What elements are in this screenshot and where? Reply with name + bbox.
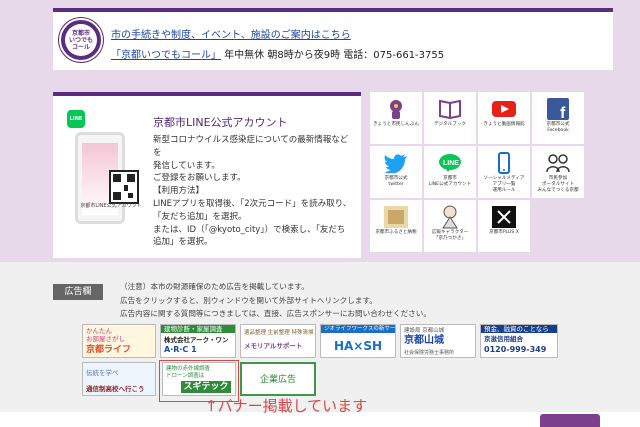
banner-text: 0120-999-349 [484,345,547,354]
banner-text: 伝統を学べ [86,369,119,377]
line-body-line: ご登録をお願いします。 [153,173,246,184]
smartphone-icon [492,152,516,174]
tile-label: きょうと市民しんぶん [373,122,419,127]
line-icon: LINE [438,152,462,174]
facebook-icon: f [546,98,570,120]
line-description: 新型コロナウイルス感染症についての最新情報などを 発信しています。 ご登録をお願… [153,134,353,249]
tile-label: 京都市公式 Facebook [546,122,570,133]
tile-label: 京都市 LINE公式アカウント [428,176,472,187]
banner-text: 建設局 京都山城 [404,328,445,334]
call-center-info-link[interactable]: 市の手続きや制度、イベント、施設のご案内はこちら [111,26,351,41]
logo-text-3: コール [71,43,90,51]
line-icon: LINE [67,110,85,128]
line-body-line: LINEアプリを取得後、「2次元コード」を読み取り、 [153,198,352,209]
furusato-icon [384,206,408,228]
banner-text: 通信制高校へ行こう [86,385,145,393]
line-body-line: 新型コロナウイルス感染症についての最新情報などを [153,135,349,158]
youtube-icon [492,98,516,120]
tile-twitter[interactable]: 京都市公式 twitter [370,146,422,198]
people-icon [546,152,570,174]
tile-youtube[interactable]: きょうと動画情報館 [478,92,530,144]
itsudemo-call-logo[interactable]: 京都市 いつでも コール [59,18,103,62]
qr-code-image [109,170,139,204]
banner-text: ジオライフワークスの新サービス [321,325,395,333]
ad-note-line: 広告内容に関する質問等につきましては、直接、広告スポンサーにお問い合わせください… [120,309,431,318]
twitter-icon [384,152,408,174]
banner-text: A·R·C 1 [164,345,197,354]
call-center-hours-text: 年中無休 朝8時から夜9時 [221,50,341,61]
line-body-line: 追加」を選択。 [153,237,213,248]
plusx-icon [492,206,516,228]
tile-label: きょうと動画情報館 [483,122,525,127]
ad-banner-corporate[interactable]: 企業広告 [240,362,316,396]
tile-label: 京都市PLUS X [489,230,519,235]
character-icon [438,205,462,229]
ad-note-line: （注意）本市の財源確保のため広告を掲載しています。 [120,282,309,291]
mascot-icon [384,98,408,120]
banner-text: 京都ライフ [86,345,132,355]
banner-text: メモリアルサポート [244,342,303,350]
logo-text-1: 京都市 [71,29,90,37]
line-body-line: 「友だち追加」を選択。 [153,211,247,222]
tile-label: 京都市ふるさと納税 [375,230,417,235]
line-body-line: 発信しています。 [153,160,220,171]
banner-text: 預金、融資のことなら [481,325,557,333]
banner-text: かんたん [86,327,112,335]
tile-furusato[interactable]: 京都市ふるさと納税 [370,200,422,252]
ad-banner-memorial-support[interactable]: 遺品整理 生前整理 特殊清掃 メモリアルサポート [240,324,316,358]
banner-text: 遺品整理 生前整理 特殊清掃 [244,330,314,336]
banner-text: 企業広告 [259,375,296,385]
call-center-box: 京都市 いつでも コール 市の手続きや制度、イベント、施設のご案内はこちら 「京… [53,8,613,70]
tile-label: デジタルブック [433,122,467,127]
ad-banner-hash[interactable]: ジオライフワークスの新サービス HA×SH [320,324,396,358]
line-body-line: または、ID（「@kyoto_city」）で検索し、「友だち [153,224,346,235]
svg-text:LINE: LINE [443,160,459,167]
ad-section-label: 広告欄 [53,284,103,300]
banner-text: 京都山城 [404,335,444,346]
line-account-box: LINE 京都市LINE公式アカウント 京都市LINE公式アカウント 新型コロナ… [53,92,361,258]
tile-shimin-shinbun[interactable]: きょうと市民しんぶん [370,92,422,144]
tile-digital-book[interactable]: デジタルブック [424,92,476,144]
ad-banner-kyoto-yamashiro[interactable]: 建設局 京都山城 京都山城 社会保険労務士事務所 [400,324,476,358]
line-title[interactable]: 京都市LINE公式アカウント [153,114,288,130]
banner-text: お部屋さがし [86,335,125,343]
ad-notes: （注意）本市の財源確保のため広告を掲載しています。 広告をクリックすると、別ウィ… [120,280,620,321]
tile-label: 広報キャラクター 「京乃つかさ」 [431,230,469,241]
book-icon [438,98,462,120]
tile-character[interactable]: 広報キャラクター 「京乃つかさ」 [424,200,476,252]
logo-text-2: いつでも [68,36,93,44]
call-center-name-link[interactable]: 「京都いつでもコール」 [111,50,221,61]
page-top-tab[interactable] [540,414,600,427]
banner-text: 京滋信用組合 [484,335,523,343]
ad-banner-tsushinsei[interactable]: 伝統を学べ 通信制高校へ行こう [82,362,156,396]
ad-banner-arc-one[interactable]: 建物診断・家屋調査 株式会社アーク・ワン A·R·C 1 [160,324,236,358]
tile-line[interactable]: LINE 京都市 LINE公式アカウント [424,146,476,198]
tile-label: 市民参加 ポータルサイト みんなでつくる京都 [537,176,579,193]
banner-text: HA×SH [333,339,383,353]
banner-text: 社会保険労務士事務所 [404,350,455,356]
annotation-text: ↑バナー掲載しています [205,397,368,415]
call-center-hours: 「京都いつでもコール」 年中無休 朝8時から夜9時 電話：075-661-375… [111,46,444,61]
tile-plus-x[interactable]: 京都市PLUS X [478,200,530,252]
ad-note-line: 広告をクリックすると、別ウィンドウを開いて外部サイトへリンクします。 [120,295,377,305]
svg-text:f: f [560,105,566,120]
ad-banner-keiji-shinyo[interactable]: 預金、融資のことなら 京滋信用組合 0120-999-349 [480,324,558,358]
tile-citizen-portal[interactable]: 市民参加 ポータルサイト みんなでつくる京都 [532,146,584,198]
line-body-line: 【利用方法】 [153,186,205,197]
tile-facebook[interactable]: f 京都市公式 Facebook [532,92,584,144]
banner-text: 株式会社アーク・ワン [164,336,229,344]
tile-social-apps[interactable]: ソーシャルメディア アプリ一覧 運用ルール [478,146,530,198]
tile-label: ソーシャルメディア アプリ一覧 運用ルール [483,176,525,193]
banner-text: 建物診断・家屋調査 [161,325,235,333]
tile-label: 京都市公式 twitter [384,176,408,187]
call-center-phone: 電話：075-661-3755 [340,50,445,61]
line-caption: 京都市LINE公式アカウント [80,203,142,209]
ad-banner-kyoto-life[interactable]: かんたん お部屋さがし 京都ライフ [82,324,156,358]
